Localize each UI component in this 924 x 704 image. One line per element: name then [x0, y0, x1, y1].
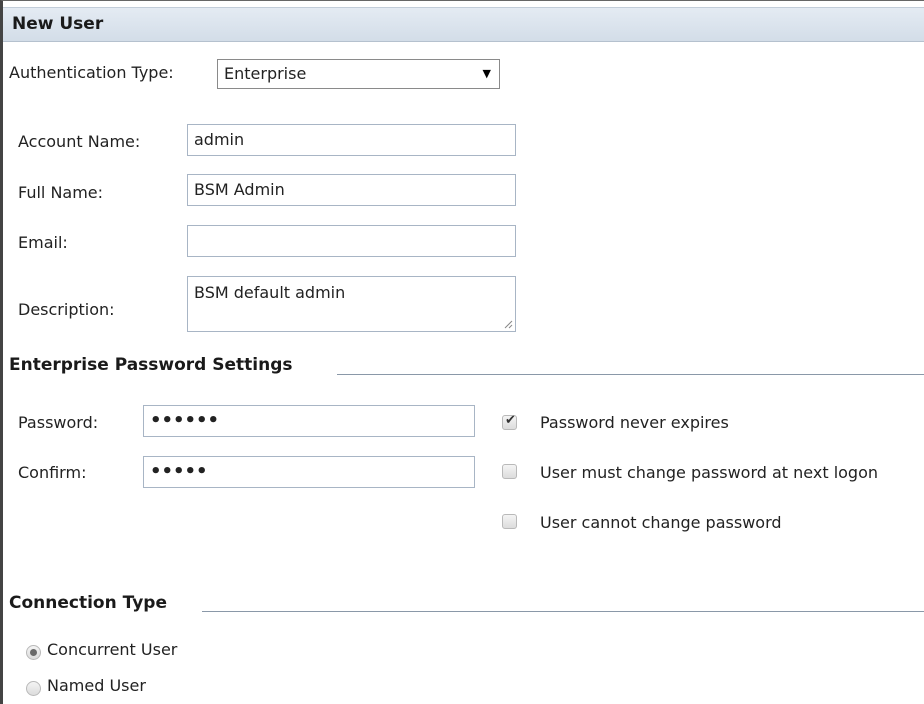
confirm-label: Confirm:: [18, 463, 87, 482]
confirm-password-input[interactable]: •••••: [143, 456, 475, 488]
connection-type-section-title: Connection Type: [9, 593, 167, 613]
cannot-change-password-label: User cannot change password: [540, 513, 782, 532]
password-never-expires-label: Password never expires: [540, 413, 729, 432]
description-label: Description:: [18, 300, 115, 319]
must-change-password-checkbox[interactable]: [502, 464, 517, 479]
named-user-radio[interactable]: [26, 681, 41, 696]
radio-selected-icon: [30, 649, 37, 656]
email-label: Email:: [18, 233, 68, 252]
authentication-type-value: Enterprise: [224, 64, 307, 83]
description-textarea[interactable]: BSM default admin: [187, 276, 516, 332]
email-input[interactable]: [187, 225, 516, 257]
account-name-input[interactable]: admin: [187, 124, 516, 156]
checkmark-icon: ✔: [505, 413, 516, 428]
authentication-type-select[interactable]: Enterprise ▼: [217, 59, 500, 89]
full-name-input[interactable]: BSM Admin: [187, 174, 516, 206]
named-user-label: Named User: [47, 676, 146, 695]
new-user-dialog: New User Authentication Type: Enterprise…: [0, 0, 924, 704]
dialog-title: New User: [12, 14, 104, 34]
password-input[interactable]: ••••••: [143, 405, 475, 437]
password-never-expires-checkbox[interactable]: ✔: [502, 413, 517, 430]
description-value: BSM default admin: [194, 283, 346, 302]
concurrent-user-label: Concurrent User: [47, 640, 178, 659]
cannot-change-password-checkbox[interactable]: [502, 514, 517, 529]
full-name-label: Full Name:: [18, 183, 104, 202]
password-label: Password:: [18, 413, 99, 432]
resize-grip-icon[interactable]: [503, 319, 513, 329]
must-change-password-label: User must change password at next logon: [540, 463, 879, 482]
authentication-type-label: Authentication Type:: [9, 63, 174, 82]
dropdown-arrow-icon: ▼: [482, 67, 491, 80]
account-name-label: Account Name:: [18, 132, 141, 151]
password-settings-section-title: Enterprise Password Settings: [9, 355, 293, 375]
concurrent-user-radio[interactable]: [26, 645, 41, 660]
connection-type-divider: [202, 611, 924, 612]
dialog-title-bar: New User: [3, 7, 924, 42]
password-settings-divider: [337, 374, 924, 375]
